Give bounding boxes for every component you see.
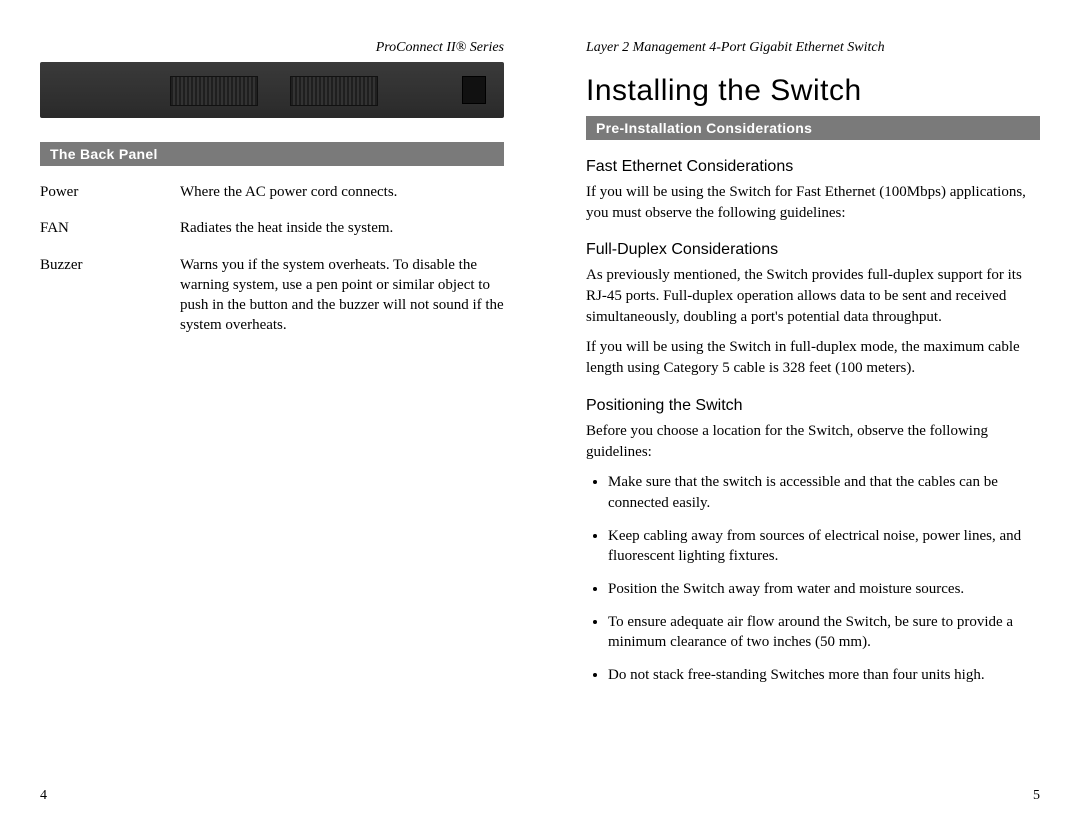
body-text: Before you choose a location for the Swi… xyxy=(586,421,1040,462)
def-desc: Warns you if the system overheats. To di… xyxy=(180,255,504,336)
list-item: Make sure that the switch is accessible … xyxy=(608,472,1040,513)
def-term: Buzzer xyxy=(40,255,180,336)
body-text: As previously mentioned, the Switch prov… xyxy=(586,265,1040,327)
def-row: Power Where the AC power cord connects. xyxy=(40,182,504,202)
definitions-list: Power Where the AC power cord connects. … xyxy=(40,182,504,336)
running-head-right: Layer 2 Management 4-Port Gigabit Ethern… xyxy=(586,40,1040,56)
body-text: If you will be using the Switch for Fast… xyxy=(586,182,1040,223)
def-row: Buzzer Warns you if the system overheats… xyxy=(40,255,504,336)
page-number-left: 4 xyxy=(40,788,47,804)
page-title: Installing the Switch xyxy=(586,74,1040,108)
list-item: To ensure adequate air flow around the S… xyxy=(608,612,1040,653)
page-number-right: 5 xyxy=(1033,788,1040,804)
section-bar-back-panel: The Back Panel xyxy=(40,142,504,166)
list-item: Do not stack free-standing Switches more… xyxy=(608,665,1040,686)
back-panel-photo xyxy=(40,62,504,118)
subheading-full-duplex: Full-Duplex Considerations xyxy=(586,241,1040,259)
section-bar-preinstall: Pre-Installation Considerations xyxy=(586,116,1040,140)
left-page: ProConnect II® Series The Back Panel Pow… xyxy=(0,0,540,834)
def-term: FAN xyxy=(40,218,180,238)
subheading-positioning: Positioning the Switch xyxy=(586,397,1040,415)
body-text: If you will be using the Switch in full-… xyxy=(586,337,1040,378)
def-desc: Radiates the heat inside the system. xyxy=(180,218,504,238)
subheading-fast-ethernet: Fast Ethernet Considerations xyxy=(586,158,1040,176)
def-term: Power xyxy=(40,182,180,202)
list-item: Position the Switch away from water and … xyxy=(608,579,1040,600)
right-page: Layer 2 Management 4-Port Gigabit Ethern… xyxy=(540,0,1080,834)
guidelines-list: Make sure that the switch is accessible … xyxy=(586,472,1040,686)
running-head-left: ProConnect II® Series xyxy=(40,40,504,56)
def-desc: Where the AC power cord connects. xyxy=(180,182,504,202)
list-item: Keep cabling away from sources of electr… xyxy=(608,526,1040,567)
def-row: FAN Radiates the heat inside the system. xyxy=(40,218,504,238)
